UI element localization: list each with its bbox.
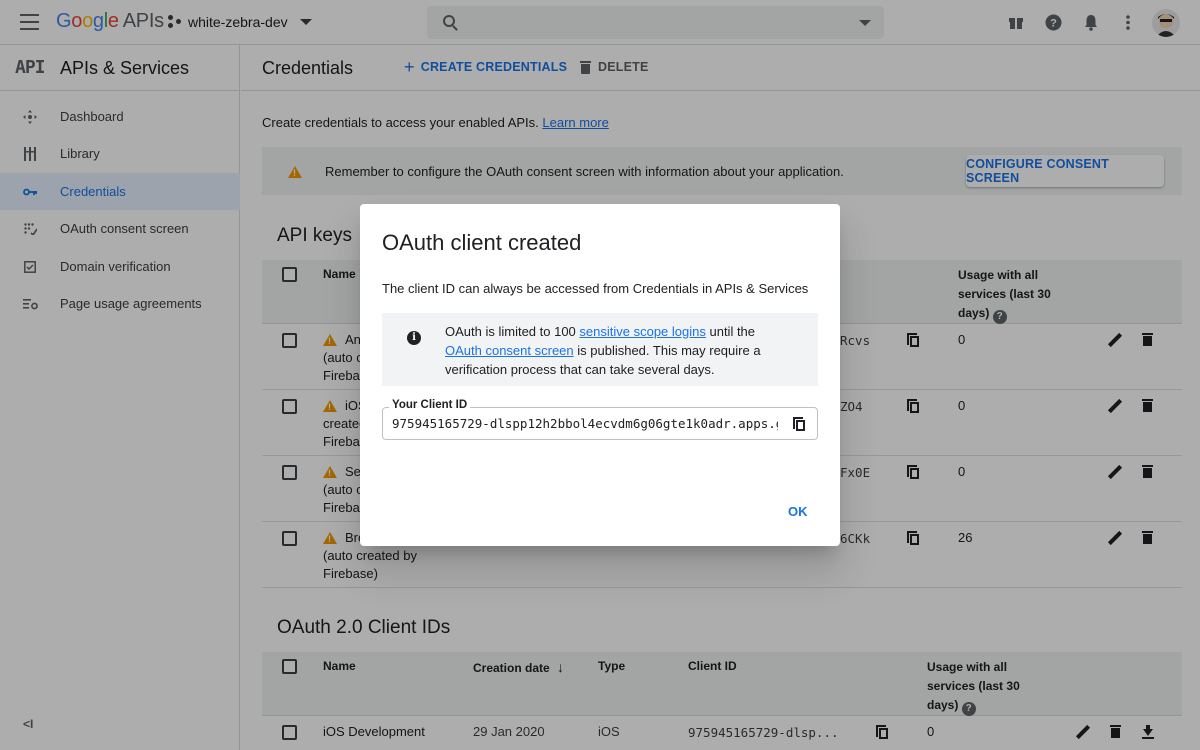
info-text-part: until the	[705, 324, 756, 339]
client-id-value[interactable]: 975945165729-dlspp12h2bbol4ecvdm6g06gte1…	[392, 416, 778, 431]
client-id-field[interactable]: Your Client ID 975945165729-dlspp12h2bbo…	[382, 399, 818, 440]
client-id-label: Your Client ID	[389, 399, 471, 411]
dialog-title: OAuth client created	[382, 230, 582, 255]
ok-button[interactable]: OK	[788, 504, 808, 519]
dialog-subtitle: The client ID can always be accessed fro…	[382, 281, 809, 296]
oauth-client-created-dialog: OAuth client created The client ID can a…	[360, 204, 840, 546]
info-icon: i	[407, 331, 421, 345]
copy-icon[interactable]	[793, 417, 805, 431]
info-text: OAuth is limited to 100 sensitive scope …	[445, 322, 795, 379]
info-text-part: OAuth is limited to 100	[445, 324, 580, 339]
info-box: i OAuth is limited to 100 sensitive scop…	[382, 313, 818, 386]
sensitive-scope-logins-link[interactable]: sensitive scope logins	[579, 324, 705, 339]
oauth-consent-screen-link[interactable]: OAuth consent screen	[445, 343, 574, 358]
